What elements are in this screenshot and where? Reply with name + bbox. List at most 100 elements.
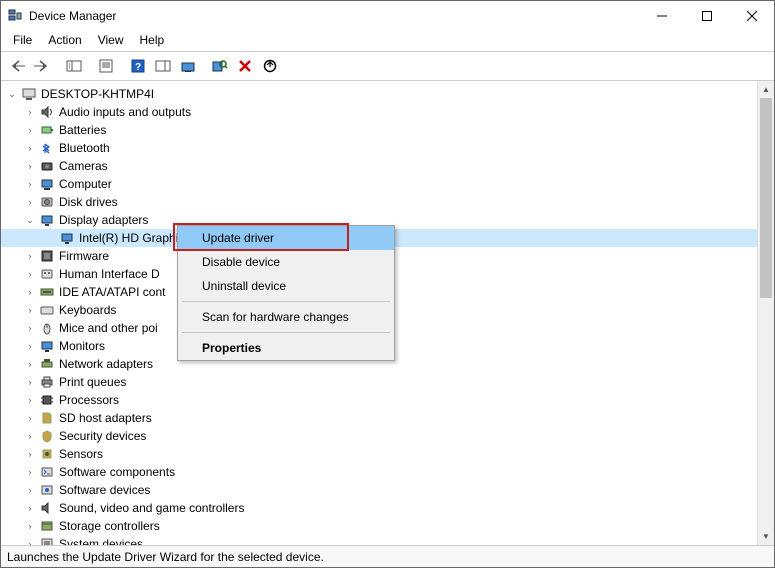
tree-category[interactable]: › Processors: [1, 391, 774, 409]
menu-action[interactable]: Action: [40, 31, 89, 51]
ctx-update-driver[interactable]: Update driver: [178, 226, 394, 250]
chevron-right-icon[interactable]: ›: [23, 537, 37, 545]
tree-category[interactable]: ›Security devices: [1, 427, 774, 445]
chevron-right-icon[interactable]: ›: [23, 519, 37, 533]
chevron-down-icon[interactable]: ⌄: [5, 87, 19, 101]
tree-category[interactable]: ›Sound, video and game controllers: [1, 499, 774, 517]
chevron-right-icon[interactable]: ›: [23, 249, 37, 263]
action-pane-button[interactable]: [151, 54, 175, 78]
tree-category-label: Software components: [59, 463, 175, 481]
tree-category-label: Disk drives: [59, 193, 118, 211]
tree-category[interactable]: › SD host adapters: [1, 409, 774, 427]
category-icon: [39, 536, 55, 545]
tree-category-label: Sensors: [59, 445, 103, 463]
chevron-right-icon[interactable]: ›: [23, 429, 37, 443]
tree-category[interactable]: › System devices: [1, 535, 774, 545]
ctx-properties[interactable]: Properties: [178, 336, 394, 360]
ctx-disable-device[interactable]: Disable device: [178, 250, 394, 274]
tree-category[interactable]: ›Audio inputs and outputs: [1, 103, 774, 121]
device-icon: [59, 230, 75, 246]
chevron-right-icon[interactable]: ›: [23, 447, 37, 461]
tree-category-label: IDE ATA/ATAPI cont: [59, 283, 165, 301]
menu-file[interactable]: File: [5, 31, 40, 51]
properties-button[interactable]: [94, 54, 118, 78]
chevron-right-icon[interactable]: ›: [23, 303, 37, 317]
uninstall-button[interactable]: [233, 54, 257, 78]
chevron-right-icon[interactable]: ›: [23, 285, 37, 299]
tree-root-label: DESKTOP-KHTMP4I: [41, 85, 154, 103]
chevron-down-icon[interactable]: ⌄: [23, 213, 37, 227]
update-driver-button[interactable]: [176, 54, 200, 78]
statusbar: Launches the Update Driver Wizard for th…: [1, 545, 774, 567]
chevron-right-icon[interactable]: ›: [23, 411, 37, 425]
ctx-uninstall-device[interactable]: Uninstall device: [178, 274, 394, 298]
tree-category[interactable]: › Disk drives: [1, 193, 774, 211]
chevron-right-icon[interactable]: ›: [23, 339, 37, 353]
scrollbar[interactable]: ▲ ▼: [757, 81, 774, 545]
maximize-button[interactable]: [684, 1, 729, 31]
tree-category-label: Human Interface D: [59, 265, 160, 283]
close-button[interactable]: [729, 1, 774, 31]
tree-category-label: SD host adapters: [59, 409, 152, 427]
category-icon: [39, 338, 55, 354]
tree-category-label: Keyboards: [59, 301, 116, 319]
scroll-down-icon[interactable]: ▼: [758, 528, 774, 545]
chevron-right-icon[interactable]: ›: [23, 501, 37, 515]
tree-category[interactable]: ›Cameras: [1, 157, 774, 175]
category-icon: [39, 500, 55, 516]
chevron-right-icon[interactable]: ›: [23, 123, 37, 137]
show-hide-tree-button[interactable]: [62, 54, 86, 78]
tree-category[interactable]: › Software components: [1, 463, 774, 481]
tree-category-label: Software devices: [59, 481, 150, 499]
chevron-right-icon[interactable]: ›: [23, 159, 37, 173]
tree-category[interactable]: ›Print queues: [1, 373, 774, 391]
category-icon: [39, 248, 55, 264]
minimize-button[interactable]: [639, 1, 684, 31]
category-icon: [39, 158, 55, 174]
tree-category[interactable]: › Sensors: [1, 445, 774, 463]
category-icon: [39, 464, 55, 480]
chevron-right-icon[interactable]: ›: [23, 141, 37, 155]
category-icon: [39, 104, 55, 120]
scroll-up-icon[interactable]: ▲: [758, 81, 774, 98]
chevron-right-icon[interactable]: ›: [23, 195, 37, 209]
tree-category[interactable]: › Storage controllers: [1, 517, 774, 535]
tree-root[interactable]: ⌄ DESKTOP-KHTMP4I: [1, 85, 774, 103]
tree-category[interactable]: ›Batteries: [1, 121, 774, 139]
tree-category[interactable]: › Software devices: [1, 481, 774, 499]
chevron-right-icon[interactable]: ›: [23, 375, 37, 389]
back-button[interactable]: [5, 54, 29, 78]
ctx-scan-hardware[interactable]: Scan for hardware changes: [178, 305, 394, 329]
chevron-right-icon[interactable]: ›: [23, 105, 37, 119]
menubar: File Action View Help: [1, 31, 774, 51]
chevron-right-icon[interactable]: ›: [23, 177, 37, 191]
tree-category-label: Processors: [59, 391, 119, 409]
category-icon: [39, 392, 55, 408]
category-icon: [39, 374, 55, 390]
tree-category-label: Monitors: [59, 337, 105, 355]
chevron-right-icon[interactable]: ›: [23, 393, 37, 407]
disable-button[interactable]: [258, 54, 282, 78]
menu-help[interactable]: Help: [132, 31, 173, 51]
menu-view[interactable]: View: [90, 31, 132, 51]
category-icon: [39, 212, 55, 228]
tree-category[interactable]: › Bluetooth: [1, 139, 774, 157]
chevron-right-icon[interactable]: ›: [23, 483, 37, 497]
context-menu: Update driver Disable device Uninstall d…: [177, 225, 395, 361]
chevron-right-icon[interactable]: ›: [23, 357, 37, 371]
chevron-right-icon[interactable]: ›: [23, 465, 37, 479]
tree-category-label: Firmware: [59, 247, 109, 265]
forward-button[interactable]: [30, 54, 54, 78]
tree-category-label: Bluetooth: [59, 139, 110, 157]
device-tree[interactable]: ⌄ DESKTOP-KHTMP4I ›Audio inputs and outp…: [1, 81, 774, 545]
tree-category-label: System devices: [59, 535, 143, 545]
tree-category-label: Storage controllers: [59, 517, 160, 535]
scan-hardware-button[interactable]: [208, 54, 232, 78]
scroll-thumb[interactable]: [760, 98, 772, 298]
tree-device-label: Intel(R) HD Graphi: [79, 229, 178, 247]
chevron-right-icon[interactable]: ›: [23, 321, 37, 335]
tree-category[interactable]: ›Computer: [1, 175, 774, 193]
chevron-right-icon[interactable]: ›: [23, 267, 37, 281]
help-button[interactable]: ?: [126, 54, 150, 78]
category-icon: [39, 410, 55, 426]
